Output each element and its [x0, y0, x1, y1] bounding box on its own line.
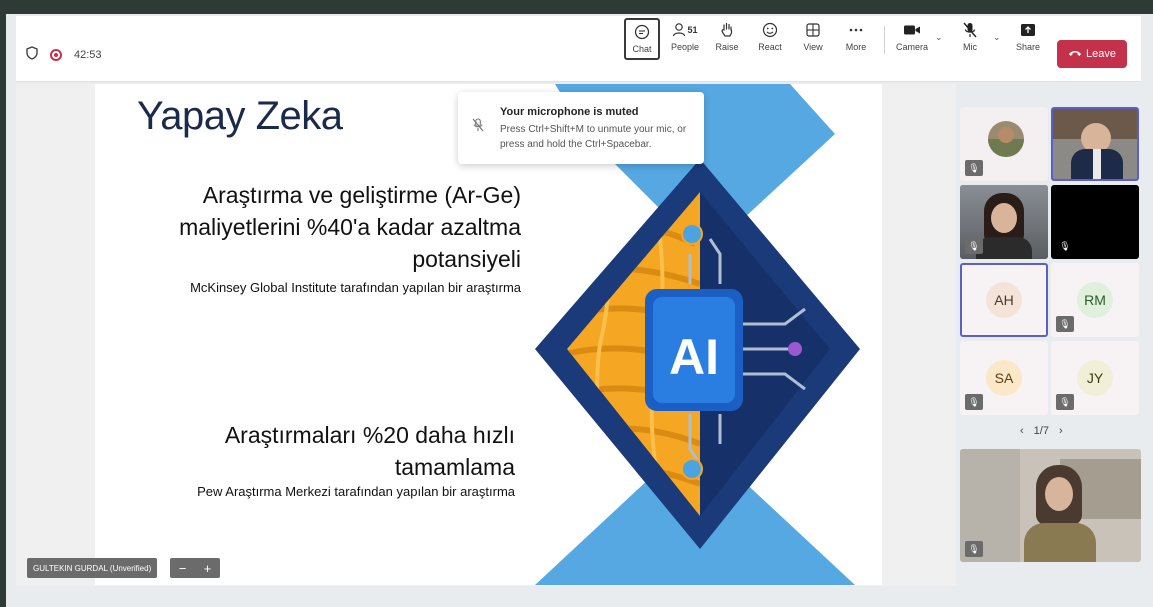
share-icon [1020, 20, 1036, 40]
avatar: SA [986, 360, 1022, 396]
participant-tile[interactable]: 🎙 [1051, 185, 1139, 259]
grid-icon [806, 20, 820, 40]
participant-shirt [1093, 149, 1101, 179]
mic-muted-icon: 🎙 [1059, 240, 1071, 251]
mic-label: Mic [963, 42, 977, 52]
participant-body [976, 237, 1032, 259]
slide-title: Yapay Zeka [137, 94, 343, 138]
pager-text: 1/7 [1033, 425, 1049, 437]
mic-button[interactable]: Mic [956, 20, 984, 60]
participant-tile[interactable]: JY 🎙 [1051, 341, 1139, 415]
self-view-tile[interactable]: 🎙 [960, 449, 1141, 562]
participant-photo [988, 121, 1024, 157]
statement-2-line-1: Araştırmaları %20 daha hızlı [224, 422, 515, 448]
participant-tile[interactable]: AH [960, 263, 1048, 337]
meeting-timer: 42:53 [74, 48, 102, 61]
people-count: 51 [687, 25, 698, 35]
mic-muted-icon [472, 118, 484, 135]
react-label: React [758, 42, 782, 52]
raise-label: Raise [715, 42, 739, 52]
mic-muted-icon: 🎙 [965, 541, 983, 557]
zoom-controls: − + [170, 558, 220, 578]
mic-muted-icon: 🎙 [965, 238, 983, 254]
statement-1-line-3: potansiyeli [412, 246, 521, 272]
ellipsis-icon [849, 20, 863, 40]
view-label: View [803, 42, 823, 52]
avatar-initials: SA [994, 370, 1014, 386]
phone-hangup-icon [1068, 48, 1082, 60]
more-button[interactable]: More [840, 20, 872, 60]
mic-options-chevron-icon[interactable]: ⌄ [993, 32, 1001, 43]
participant-tile[interactable]: RM 🎙 [1051, 263, 1139, 337]
avatar: JY [1077, 360, 1113, 396]
avatar-initials: RM [1084, 292, 1106, 308]
presenter-name-label: GULTEKIN GURDAL (Unverified) [27, 558, 158, 578]
mic-muted-notification: Your microphone is muted Press Ctrl+Shif… [458, 92, 704, 164]
participant-tile[interactable]: 🎙 [960, 107, 1048, 181]
avatar: AH [986, 282, 1022, 318]
slide-source-1: McKinsey Global Institute tarafından yap… [190, 280, 521, 295]
participant-tile[interactable]: SA 🎙 [960, 341, 1048, 415]
mic-muted-icon: 🎙 [965, 160, 983, 176]
toolbar-divider [884, 26, 885, 54]
slide-statement-2: Araştırmaları %20 daha hızlı tamamlama [135, 419, 515, 483]
people-icon: 51 [672, 20, 698, 40]
leave-button[interactable]: Leave [1057, 40, 1127, 68]
mic-muted-icon [963, 20, 977, 40]
recording-icon [50, 48, 62, 61]
share-button[interactable]: Share [1012, 20, 1044, 60]
meeting-status: 42:53 [26, 46, 102, 63]
mic-muted-icon: 🎙 [1056, 394, 1074, 410]
shield-icon [26, 46, 38, 63]
zoom-in-button[interactable]: + [204, 561, 212, 576]
share-label: Share [1015, 42, 1041, 52]
chat-icon [634, 22, 650, 42]
react-button[interactable]: React [754, 20, 786, 60]
mic-muted-icon: 🎙 [1056, 316, 1074, 332]
participant-face [1045, 477, 1073, 511]
avatar: RM [1077, 282, 1113, 318]
avatar-initials: AH [994, 292, 1014, 308]
hand-icon [720, 20, 734, 40]
camera-icon [903, 20, 921, 40]
notification-body: Press Ctrl+Shift+M to unmute your mic, o… [500, 124, 687, 150]
statement-2-line-2: tamamlama [394, 454, 515, 480]
pager-prev-button[interactable]: ‹ [1020, 425, 1024, 437]
people-label: People [670, 42, 700, 52]
camera-options-chevron-icon[interactable]: ⌄ [935, 32, 943, 43]
slide-source-2: Pew Araştırma Merkezi tarafından yapılan… [197, 484, 515, 499]
participant-tile[interactable]: 🎙 [960, 185, 1048, 259]
chat-label: Chat [632, 44, 652, 54]
statement-1-line-1: Araştırma ve geliştirme (Ar-Ge) [202, 182, 521, 208]
view-button[interactable]: View [798, 20, 828, 60]
participant-face [991, 203, 1017, 233]
more-label: More [845, 42, 867, 52]
gallery-pager: ‹ 1/7 › [1020, 425, 1063, 437]
raise-hand-button[interactable]: Raise [712, 20, 742, 60]
camera-label: Camera [895, 42, 928, 52]
statement-1-line-2: maliyetlerini %40'a kadar azaltma [179, 214, 521, 240]
ai-chip-label: AI [669, 329, 719, 385]
slide-statement-1: Araştırma ve geliştirme (Ar-Ge) maliyetl… [125, 179, 521, 275]
avatar-initials: JY [1086, 370, 1104, 386]
camera-button[interactable]: Camera [894, 20, 930, 60]
mic-muted-icon: 🎙 [965, 394, 983, 410]
notification-title: Your microphone is muted [500, 106, 639, 118]
pager-next-button[interactable]: › [1059, 425, 1063, 437]
chat-button[interactable]: Chat [624, 18, 660, 60]
people-button[interactable]: 51 People [668, 20, 702, 60]
leave-label: Leave [1086, 48, 1116, 60]
participant-tile-active-speaker[interactable] [1051, 107, 1139, 181]
participant-body [1024, 523, 1096, 562]
zoom-out-button[interactable]: − [179, 561, 187, 576]
smiley-icon [762, 20, 778, 40]
